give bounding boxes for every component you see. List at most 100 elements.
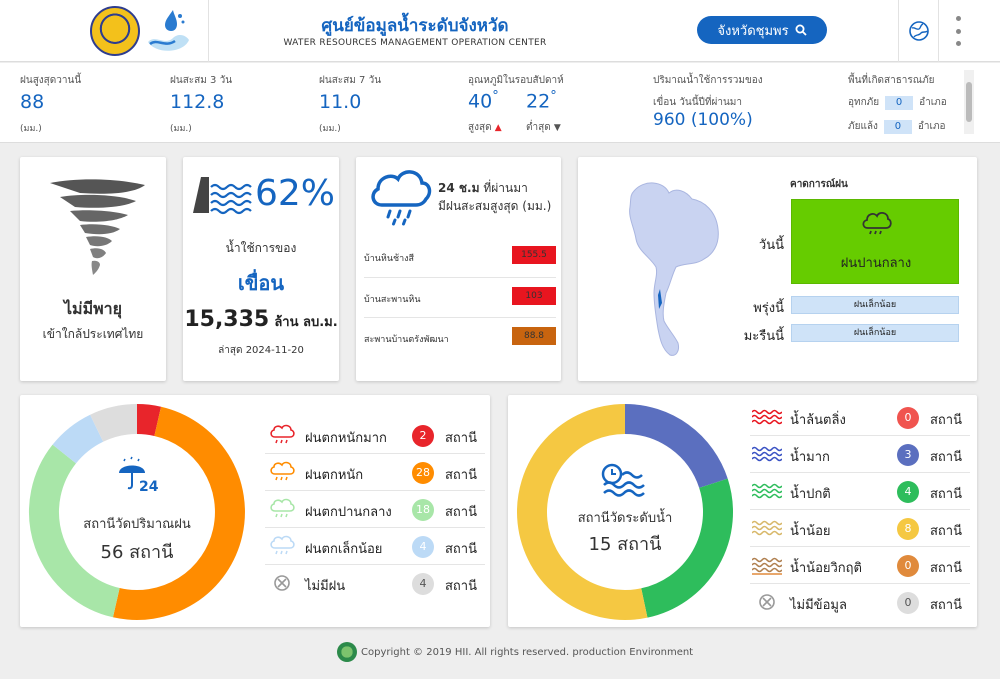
water-stations-center-label: สถานีวัดระดับน้ำ bbox=[577, 511, 673, 526]
stat-value: 88 bbox=[20, 91, 45, 113]
dam-card: 62% น้ำใช้การของ เขื่อน 15,335 ล้าน ลบ.ม… bbox=[183, 157, 339, 381]
legend-row[interactable]: น้ำน้อยวิกฤติ 0 สถานี bbox=[750, 547, 970, 584]
legend-count: 0 bbox=[897, 592, 919, 614]
legend-label: น้ำน้อยวิกฤติ bbox=[790, 561, 862, 576]
cloud-light-rain-icon bbox=[270, 535, 295, 555]
rain-station-row[interactable]: บ้านสะพานหิน 103 bbox=[364, 277, 556, 317]
rain-24h-subheading: มีฝนสะสมสูงสุด (มม.) bbox=[438, 199, 552, 213]
water-normal-icon bbox=[752, 483, 782, 499]
legend-label: ไม่มีฝน bbox=[305, 579, 346, 594]
disaster-drought-row: ภัยแล้ง 0 อำเภอ bbox=[848, 120, 946, 134]
legend-row[interactable]: ไม่มีฝน 4 สถานี bbox=[265, 565, 485, 602]
province-button-label: จังหวัดชุมพร bbox=[717, 23, 789, 39]
storm-card: ไม่มีพายุ เข้าใกล้ประเทศไทย bbox=[20, 157, 166, 381]
footer-copyright: Copyright © 2019 HII. All rights reserve… bbox=[361, 646, 694, 658]
legend-label: น้ำล้นตลิ่ง bbox=[790, 413, 846, 428]
rain-station-row[interactable]: สะพานบ้านตรังพัฒนา 88.8 bbox=[364, 317, 556, 357]
legend-unit: สถานี bbox=[445, 542, 477, 557]
stat-value: 112.8 bbox=[170, 91, 225, 113]
clock-water-icon bbox=[601, 463, 645, 497]
search-icon bbox=[795, 24, 807, 36]
arrow-down-icon: ▼ bbox=[553, 123, 561, 133]
legend-count: 28 bbox=[412, 462, 434, 484]
temp-min-label: ต่ำสุด ▼ bbox=[526, 122, 561, 133]
header-divider bbox=[898, 0, 899, 62]
legend-row[interactable]: ฝนตกหนัก 28 สถานี bbox=[265, 454, 485, 491]
legend-label: น้ำปกติ bbox=[790, 487, 831, 502]
arrow-up-icon: ▲ bbox=[494, 123, 502, 133]
dam-volume: 15,335 ล้าน ลบ.ม. bbox=[184, 307, 338, 332]
forecast-dayafter-label: มะรืนนี้ bbox=[743, 329, 784, 344]
stat-label: ปริมาณน้ำใช้การรวมของ bbox=[653, 75, 763, 86]
legend-label: ฝนตกปานกลาง bbox=[305, 505, 392, 520]
donut-segment[interactable] bbox=[136, 404, 162, 437]
donut-segment[interactable] bbox=[90, 404, 138, 442]
legend-row[interactable]: น้ำน้อย 8 สถานี bbox=[750, 510, 970, 547]
rain-stations-donut[interactable] bbox=[28, 403, 246, 621]
stat-label: พื้นที่เกิดสาธารณภัย bbox=[848, 75, 935, 86]
legend-count: 0 bbox=[897, 555, 919, 577]
water-low-icon bbox=[752, 520, 782, 536]
more-menu-icon[interactable] bbox=[950, 16, 966, 46]
legend-label: น้ำน้อย bbox=[790, 524, 831, 539]
provincial-seal-icon bbox=[90, 6, 140, 56]
legend-unit: สถานี bbox=[445, 579, 477, 594]
no-data-icon bbox=[759, 594, 775, 610]
legend-count: 0 bbox=[897, 407, 919, 429]
forecast-tomorrow-label: พรุ่งนี้ bbox=[753, 301, 784, 316]
legend-row[interactable]: น้ำปกติ 4 สถานี bbox=[750, 473, 970, 510]
legend-count: 2 bbox=[412, 425, 434, 447]
legend-unit: สถานี bbox=[930, 524, 962, 539]
legend-row[interactable]: ฝนตกเล็กน้อย 4 สถานี bbox=[265, 528, 485, 565]
temp-max-label: สูงสุด ▲ bbox=[468, 122, 502, 133]
cloud-heavy-rain-icon bbox=[270, 424, 295, 444]
forecast-today-label: วันนี้ bbox=[758, 238, 784, 253]
forecast-dayafter-value[interactable]: ฝนเล็กน้อย bbox=[791, 324, 959, 342]
legend-count: 4 bbox=[412, 573, 434, 595]
thailand-map[interactable] bbox=[614, 171, 724, 361]
disaster-flood-row: อุทกภัย 0 อำเภอ bbox=[848, 96, 947, 110]
rain-station-value: 103 bbox=[512, 287, 556, 305]
dam-percent: 62% bbox=[255, 173, 336, 214]
province-search-button[interactable]: จังหวัดชุมพร bbox=[697, 16, 827, 44]
water-stations-card: สถานีวัดระดับน้ำ 15 สถานี น้ำล้นตลิ่ง 0 สถ… bbox=[508, 395, 977, 627]
legend-unit: สถานี bbox=[445, 431, 477, 446]
tornado-icon bbox=[50, 179, 145, 275]
rain-station-name: สะพานบ้านตรังพัฒนา bbox=[364, 335, 449, 345]
legend-row[interactable]: ฝนตกหนักมาก 2 สถานี bbox=[265, 417, 485, 454]
dam-label: น้ำใช้การของ bbox=[225, 241, 297, 255]
legend-row[interactable]: ไม่มีข้อมูล 0 สถานี bbox=[750, 584, 970, 621]
stat-label: อุณหภูมิในรอบสัปดาห์ bbox=[468, 75, 564, 86]
water-drop-logo-icon bbox=[148, 10, 189, 51]
globe-icon[interactable] bbox=[908, 20, 930, 42]
forecast-title: คาดการณ์ฝน bbox=[790, 179, 848, 190]
rain-cloud-icon bbox=[371, 170, 432, 226]
stat-label: ฝนสะสม 7 วัน bbox=[319, 75, 382, 86]
legend-row[interactable]: ฝนตกปานกลาง 18 สถานี bbox=[265, 491, 485, 528]
legend-row[interactable]: น้ำล้นตลิ่ง 0 สถานี bbox=[750, 399, 970, 436]
scrollbar-thumb[interactable] bbox=[966, 82, 972, 122]
storm-status-title: ไม่มีพายุ bbox=[63, 299, 123, 318]
stat-label: ฝนสะสม 3 วัน bbox=[170, 75, 233, 86]
donut-segment[interactable] bbox=[52, 414, 104, 464]
legend-label: ไม่มีข้อมูล bbox=[790, 598, 847, 613]
dam-label-emphasis: เขื่อน bbox=[237, 271, 285, 295]
stat-label: เขื่อน วันนี้ปีที่ผ่านมา bbox=[653, 97, 743, 108]
forecast-tomorrow-value[interactable]: ฝนเล็กน้อย bbox=[791, 296, 959, 314]
header-divider bbox=[208, 0, 209, 62]
rain-24h-heading: 24 ช.ม ที่ผ่านมา bbox=[438, 181, 528, 195]
rain-station-name: บ้านหินช้างสี bbox=[364, 254, 415, 264]
storm-status-subtitle: เข้าใกล้ประเทศไทย bbox=[42, 327, 144, 341]
stat-unit: (มม.) bbox=[319, 124, 341, 134]
page-title: ศูนย์ข้อมูลน้ำระดับจังหวัด bbox=[321, 16, 509, 36]
forecast-today-box[interactable]: ฝนปานกลาง bbox=[791, 199, 959, 284]
dam-updated-date: ล่าสุด 2024-11-20 bbox=[218, 345, 304, 356]
stats-scrollbar[interactable] bbox=[964, 70, 974, 134]
stat-unit: (มม.) bbox=[20, 124, 42, 134]
flood-count: 0 bbox=[885, 96, 914, 110]
legend-row[interactable]: น้ำมาก 3 สถานี bbox=[750, 436, 970, 473]
rain-stations-center-value: 56 สถานี bbox=[100, 542, 174, 563]
legend-unit: สถานี bbox=[930, 598, 962, 613]
header-divider bbox=[938, 0, 939, 62]
rain-station-row[interactable]: บ้านหินช้างสี 155.5 bbox=[364, 237, 556, 277]
